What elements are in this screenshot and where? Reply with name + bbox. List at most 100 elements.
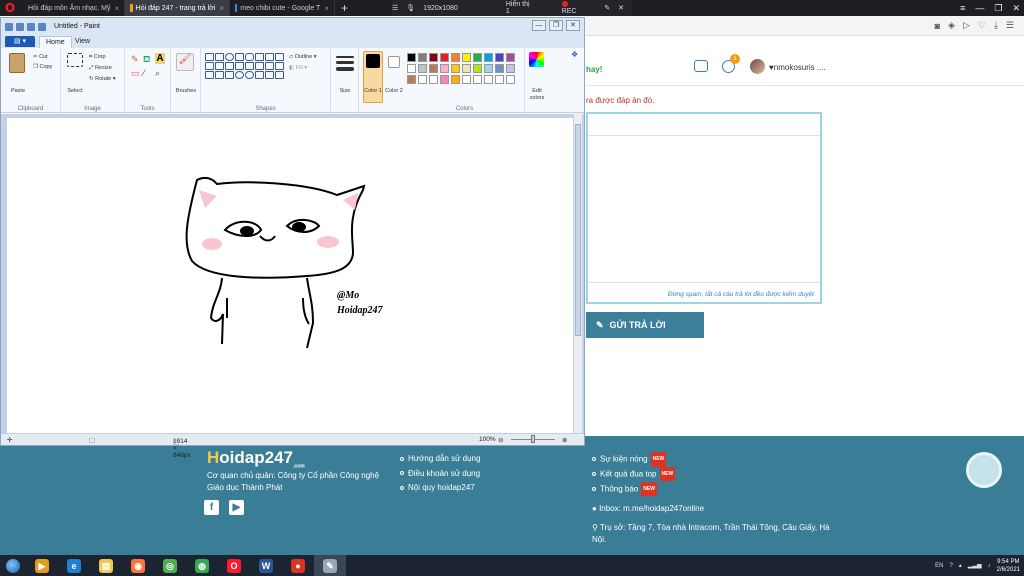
palette-swatch[interactable] bbox=[418, 64, 427, 73]
palette-swatch[interactable] bbox=[429, 53, 438, 62]
footer-link[interactable]: Hướng dẫn sử dụng bbox=[400, 452, 480, 467]
palette-swatch[interactable] bbox=[462, 75, 471, 84]
palette-swatch[interactable] bbox=[473, 75, 482, 84]
download-icon[interactable]: ⤓ bbox=[994, 20, 998, 31]
heart-icon[interactable]: ♡ bbox=[978, 20, 986, 31]
opera-logo-icon[interactable]: O bbox=[0, 0, 20, 16]
text-tool-icon[interactable]: A bbox=[155, 53, 165, 64]
close-icon[interactable]: × bbox=[324, 4, 329, 13]
brushes-button[interactable]: Brushes bbox=[172, 88, 200, 94]
help-icon[interactable]: ❖ bbox=[571, 50, 578, 59]
taskbar-opera[interactable]: O bbox=[218, 555, 250, 576]
save-icon[interactable] bbox=[16, 22, 24, 31]
help-icon[interactable]: ? bbox=[949, 563, 952, 569]
clock[interactable]: 9:54 PM 2/6/2021 bbox=[997, 558, 1020, 574]
magnifier-icon[interactable]: ⌕ bbox=[155, 68, 160, 79]
scroll-thumb[interactable] bbox=[575, 124, 581, 336]
footer-link[interactable]: Sự kiện nóng NEW bbox=[592, 452, 675, 467]
palette-swatch[interactable] bbox=[440, 75, 449, 84]
palette-swatch[interactable] bbox=[495, 64, 504, 73]
browser-tab[interactable]: Hỏi đáp môn Âm nhạc, Mỹ × bbox=[20, 0, 125, 16]
cut-button[interactable]: ✂ Cut bbox=[33, 54, 48, 60]
close-icon[interactable]: ✕ bbox=[618, 4, 624, 12]
chat-icon[interactable] bbox=[694, 60, 708, 72]
palette-swatch[interactable] bbox=[407, 53, 416, 62]
taskbar-green-app[interactable]: ◎ bbox=[154, 555, 186, 576]
palette-swatch[interactable] bbox=[429, 75, 438, 84]
taskbar-paint[interactable]: ✎ bbox=[314, 555, 346, 576]
palette-swatch[interactable] bbox=[495, 75, 504, 84]
palette-swatch[interactable] bbox=[484, 53, 493, 62]
pen-icon[interactable]: ✎ bbox=[604, 4, 610, 12]
tab-home[interactable]: Home bbox=[39, 36, 72, 48]
outline-dropdown[interactable]: ▱ Outline ▾ bbox=[289, 54, 316, 60]
avatar[interactable] bbox=[750, 59, 765, 74]
username[interactable]: ♥nmokosuris .... bbox=[769, 63, 826, 72]
palette-swatch[interactable] bbox=[506, 64, 515, 73]
palette-swatch[interactable] bbox=[451, 64, 460, 73]
color2-swatch[interactable] bbox=[388, 56, 400, 68]
floating-chat-icon[interactable] bbox=[966, 452, 1002, 488]
new-tab-button[interactable]: + bbox=[335, 1, 354, 15]
copy-button[interactable]: ❐ Copy bbox=[33, 64, 52, 70]
palette-swatch[interactable] bbox=[484, 75, 493, 84]
language-indicator[interactable]: EN bbox=[935, 563, 943, 569]
volume-icon[interactable]: ♪ bbox=[988, 563, 991, 569]
palette-swatch[interactable] bbox=[440, 53, 449, 62]
taskbar-internet-explorer[interactable]: e bbox=[58, 555, 90, 576]
minimize-icon[interactable]: — bbox=[532, 20, 546, 31]
fill-dropdown[interactable]: ◧ Fill ▾ bbox=[289, 65, 307, 71]
facebook-icon[interactable]: f bbox=[204, 500, 219, 515]
file-menu-button[interactable]: ▤ ▾ bbox=[5, 36, 35, 47]
tab-menu-icon[interactable]: ≡ bbox=[960, 3, 965, 13]
youtube-icon[interactable]: ▶ bbox=[229, 500, 244, 515]
footer-link[interactable]: Thông báo NEW bbox=[592, 481, 675, 497]
footer-link[interactable]: Nội quy hoidap247 bbox=[400, 481, 480, 496]
resize-button[interactable]: ⤢ Resize bbox=[89, 65, 112, 72]
answer-textarea[interactable]: Đừng spam, tất cả câu trả lời đều được k… bbox=[586, 112, 822, 304]
mic-icon[interactable]: 🎙 bbox=[406, 4, 415, 12]
taskbar-media-player[interactable]: ▶ bbox=[26, 555, 58, 576]
submit-answer-button[interactable]: ✎ GỬI TRẢ LỜI bbox=[586, 312, 704, 338]
shield-icon[interactable]: ◈ bbox=[948, 20, 955, 31]
paint-canvas[interactable]: @Mo Hoidap247 bbox=[7, 118, 573, 436]
palette-swatch[interactable] bbox=[462, 64, 471, 73]
camera-icon[interactable]: ◙ bbox=[935, 21, 940, 31]
undo-icon[interactable] bbox=[27, 22, 35, 31]
size-line-icon[interactable] bbox=[336, 56, 354, 58]
color-picker-icon[interactable]: ⁄ bbox=[143, 68, 145, 78]
browser-tab-active[interactable]: Hỏi đáp 247 - trang trả lời × bbox=[125, 0, 230, 16]
palette-swatch[interactable] bbox=[506, 53, 515, 62]
footer-inbox[interactable]: ● Inbox: m.me/hoidap247online bbox=[592, 504, 704, 513]
rotate-button[interactable]: ↻ Rotate ▾ bbox=[89, 76, 116, 82]
zoom-in-icon[interactable]: ⊕ bbox=[562, 436, 567, 444]
color2-button[interactable]: Color 2 bbox=[385, 88, 403, 95]
paste-icon[interactable] bbox=[9, 53, 25, 73]
zoom-slider-thumb[interactable] bbox=[531, 435, 535, 443]
size-button[interactable]: Size bbox=[333, 88, 357, 94]
palette-swatch[interactable] bbox=[440, 64, 449, 73]
footer-link[interactable]: Điều khoản sử dụng bbox=[400, 467, 480, 482]
footer-link[interactable]: Kết quả đua top NEW bbox=[592, 466, 676, 482]
palette-swatch[interactable] bbox=[407, 64, 416, 73]
palette-swatch[interactable] bbox=[484, 64, 493, 73]
recorder-rec-label[interactable]: REC bbox=[562, 8, 577, 15]
tab-view[interactable]: View bbox=[69, 36, 96, 48]
browser-tab[interactable]: meo chibi cute - Google T × bbox=[230, 0, 335, 16]
menu-icon[interactable]: ☰ bbox=[392, 4, 398, 12]
maximize-icon[interactable]: ❐ bbox=[549, 20, 563, 31]
show-hidden-icon[interactable]: ▴ bbox=[959, 562, 962, 569]
redo-icon[interactable] bbox=[38, 22, 46, 31]
zoom-out-icon[interactable]: ⊖ bbox=[498, 436, 503, 444]
rainbow-icon[interactable] bbox=[529, 52, 544, 67]
palette-swatch[interactable] bbox=[451, 53, 460, 62]
paint-app-icon[interactable] bbox=[5, 22, 13, 31]
close-icon[interactable]: × bbox=[219, 4, 224, 13]
palette-swatch[interactable] bbox=[506, 75, 515, 84]
network-icon[interactable]: ▂▃▅ bbox=[968, 562, 982, 569]
edit-colors-button[interactable]: Edit colors bbox=[525, 88, 549, 102]
footer-logo[interactable]: Hoidap247.com bbox=[207, 448, 305, 469]
fill-bucket-icon[interactable]: ⛾ bbox=[143, 54, 150, 66]
taskbar-word[interactable]: W bbox=[250, 555, 282, 576]
restore-icon[interactable]: ❐ bbox=[994, 3, 1002, 14]
